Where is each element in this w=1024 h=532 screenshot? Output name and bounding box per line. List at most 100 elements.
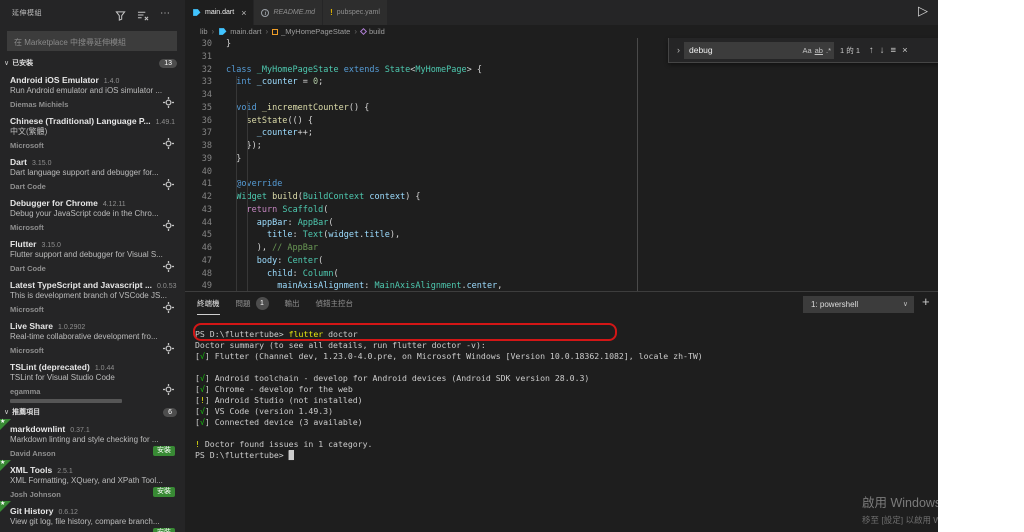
panel-tab-label: 偵錯主控台: [315, 299, 354, 308]
code-line: 34: [185, 89, 938, 102]
find-expand-icon[interactable]: ›: [677, 45, 680, 55]
match-case-icon[interactable]: Aa: [802, 46, 811, 55]
more-actions-icon[interactable]: ⋯: [158, 8, 172, 22]
extension-publisher: Josh Johnson: [10, 490, 61, 499]
extension-name: Flutter: [10, 239, 37, 249]
line-number: 44: [201, 217, 212, 228]
extension-item[interactable]: Debugger for Chrome 4.12.11 Debug your Jav…: [0, 193, 185, 234]
clear-all-icon[interactable]: [136, 8, 150, 22]
extension-item[interactable]: Dart 3.15.0 Dart language support and debu…: [0, 152, 185, 193]
shell-select-value: 1: powershell: [811, 300, 859, 309]
terminal[interactable]: PS D:\fluttertube> flutter doctor Doctor …: [195, 329, 934, 532]
gear-icon[interactable]: [163, 138, 175, 150]
find-close-icon[interactable]: ×: [902, 45, 908, 56]
extension-title-row: Chinese (Traditional) Language P... 1.49.…: [10, 114, 177, 126]
extension-publisher: egamma: [10, 387, 41, 396]
code-line: 37 _counter++;: [185, 127, 938, 140]
install-button[interactable]: 安裝: [153, 446, 175, 456]
extension-item[interactable]: ★ XML Tools 2.5.1 XML Formatting, XQuery, a…: [0, 460, 185, 501]
extension-item[interactable]: Flutter 3.15.0 Flutter support and debugge…: [0, 234, 185, 275]
regex-icon[interactable]: .*: [826, 46, 831, 55]
find-prev-icon[interactable]: ↑: [869, 45, 874, 56]
extension-name: Debugger for Chrome: [10, 198, 98, 208]
extension-item[interactable]: ★ Git History 0.6.12 View git log, file his…: [0, 501, 185, 532]
gear-icon[interactable]: [163, 384, 175, 396]
panel-tab-輸出[interactable]: 輸出: [285, 292, 300, 315]
extension-title-row: Android iOS Emulator 1.4.0: [10, 73, 177, 85]
panel-tab-label: 終端機: [197, 298, 220, 308]
find-next-icon[interactable]: ↓: [880, 45, 885, 56]
star-icon: ★: [0, 419, 6, 425]
find-input[interactable]: [687, 44, 800, 56]
code-text: }: [226, 38, 231, 51]
sidebar-title: 延伸模組: [12, 10, 42, 17]
token: (: [323, 204, 329, 215]
token: ++;: [297, 128, 314, 139]
gear-icon[interactable]: [163, 343, 175, 355]
extension-item[interactable]: Live Share 1.0.2902 Real-time collaborativ…: [0, 316, 185, 357]
extension-description: Real-time collaborative development fro.…: [10, 332, 158, 341]
extension-footer-row: Dart Code: [10, 179, 177, 191]
line-number: 40: [201, 166, 212, 177]
chevron-down-icon: ∨: [4, 60, 10, 67]
line-number: 41: [201, 179, 212, 190]
panel-tab-偵錯主控台[interactable]: 偵錯主控台: [316, 292, 354, 315]
token: mainAxisAlignment: [277, 281, 365, 291]
breadcrumb-item[interactable]: build: [359, 27, 385, 36]
extension-description: Flutter support and debugger for Visual …: [10, 250, 163, 259]
tab-label: pubspec.yaml: [336, 9, 380, 16]
extension-title-row: TSLint (deprecated) 1.0.44: [10, 360, 177, 372]
gear-icon[interactable]: [163, 261, 175, 273]
close-icon[interactable]: ×: [241, 8, 246, 18]
extension-footer-row: Diemas Michiels: [10, 97, 177, 109]
code-line: 48 child: Column(: [185, 268, 938, 281]
extension-item[interactable]: TSLint (deprecated) 1.0.44 TSLint for Visu…: [0, 357, 185, 398]
token: Center: [287, 255, 319, 266]
editor-tab-README-md[interactable]: i README.md: [254, 0, 324, 25]
extension-item[interactable]: ★ markdownlint 0.37.1 Markdown linting and …: [0, 419, 185, 460]
new-terminal-icon[interactable]: +: [922, 294, 930, 309]
gear-icon[interactable]: [163, 97, 175, 109]
breadcrumb-item[interactable]: _MyHomePageState: [272, 27, 350, 36]
gear-icon[interactable]: [163, 179, 175, 191]
breadcrumb-item[interactable]: lib: [200, 27, 208, 36]
extension-item[interactable]: Latest TypeScript and Javascript ... 0.0.…: [0, 275, 185, 316]
extension-footer-row: egamma: [10, 384, 177, 396]
install-button[interactable]: 安裝: [153, 528, 175, 532]
editor-tab-main-dart[interactable]: main.dart ×: [185, 0, 255, 25]
code-editor[interactable]: 30} 31 32 class _MyHomePageState extends St…: [185, 38, 938, 291]
filter-icon[interactable]: [113, 8, 127, 22]
extension-item[interactable]: Android iOS Emulator 1.4.0 Run Android emu…: [0, 70, 185, 111]
breadcrumb-separator: ›: [354, 27, 357, 36]
token: :: [292, 268, 303, 279]
line-number: 35: [201, 102, 212, 113]
token: center: [466, 281, 498, 291]
terminal-token: PS D:\fluttertube>: [195, 450, 289, 460]
extension-version: 4.12.11: [102, 201, 126, 208]
token: Text: [302, 230, 324, 241]
extensions-search-input[interactable]: [8, 33, 185, 52]
section-header[interactable]: ∨ 已安裝 13: [0, 56, 185, 70]
token: context: [369, 192, 406, 202]
extension-name: Git History: [10, 506, 54, 516]
extension-item[interactable]: Chinese (Traditional) Language P... 1.49.…: [0, 111, 185, 152]
terminal-shell-select[interactable]: 1: powershell ∨: [803, 296, 914, 313]
breadcrumb-item[interactable]: main.dart: [218, 27, 261, 36]
extension-name: Live Share: [10, 321, 53, 331]
panel-tab-終端機[interactable]: 終端機: [197, 292, 220, 315]
editor-tab-pubspec-yaml[interactable]: ! pubspec.yaml: [323, 0, 388, 25]
extension-title-row: Debugger for Chrome 4.12.11: [10, 196, 177, 208]
find-in-selection-icon[interactable]: ≡: [891, 45, 897, 56]
section-header[interactable]: ∨ 推薦項目 6: [0, 405, 185, 419]
gear-icon[interactable]: [163, 302, 175, 314]
extension-footer-row: Josh Johnson 安裝: [10, 487, 177, 499]
info-icon: i: [261, 8, 270, 17]
panel-tab-問題[interactable]: 問題 1: [236, 292, 269, 315]
terminal-line: PS D:\fluttertube> █: [195, 450, 934, 461]
gear-icon[interactable]: [163, 220, 175, 232]
whole-word-icon[interactable]: ab: [815, 46, 823, 55]
run-icon[interactable]: ▷: [918, 3, 928, 19]
install-button[interactable]: 安裝: [153, 487, 175, 497]
star-icon: ★: [0, 501, 6, 507]
extension-footer-row: Microsoft: [10, 343, 177, 355]
